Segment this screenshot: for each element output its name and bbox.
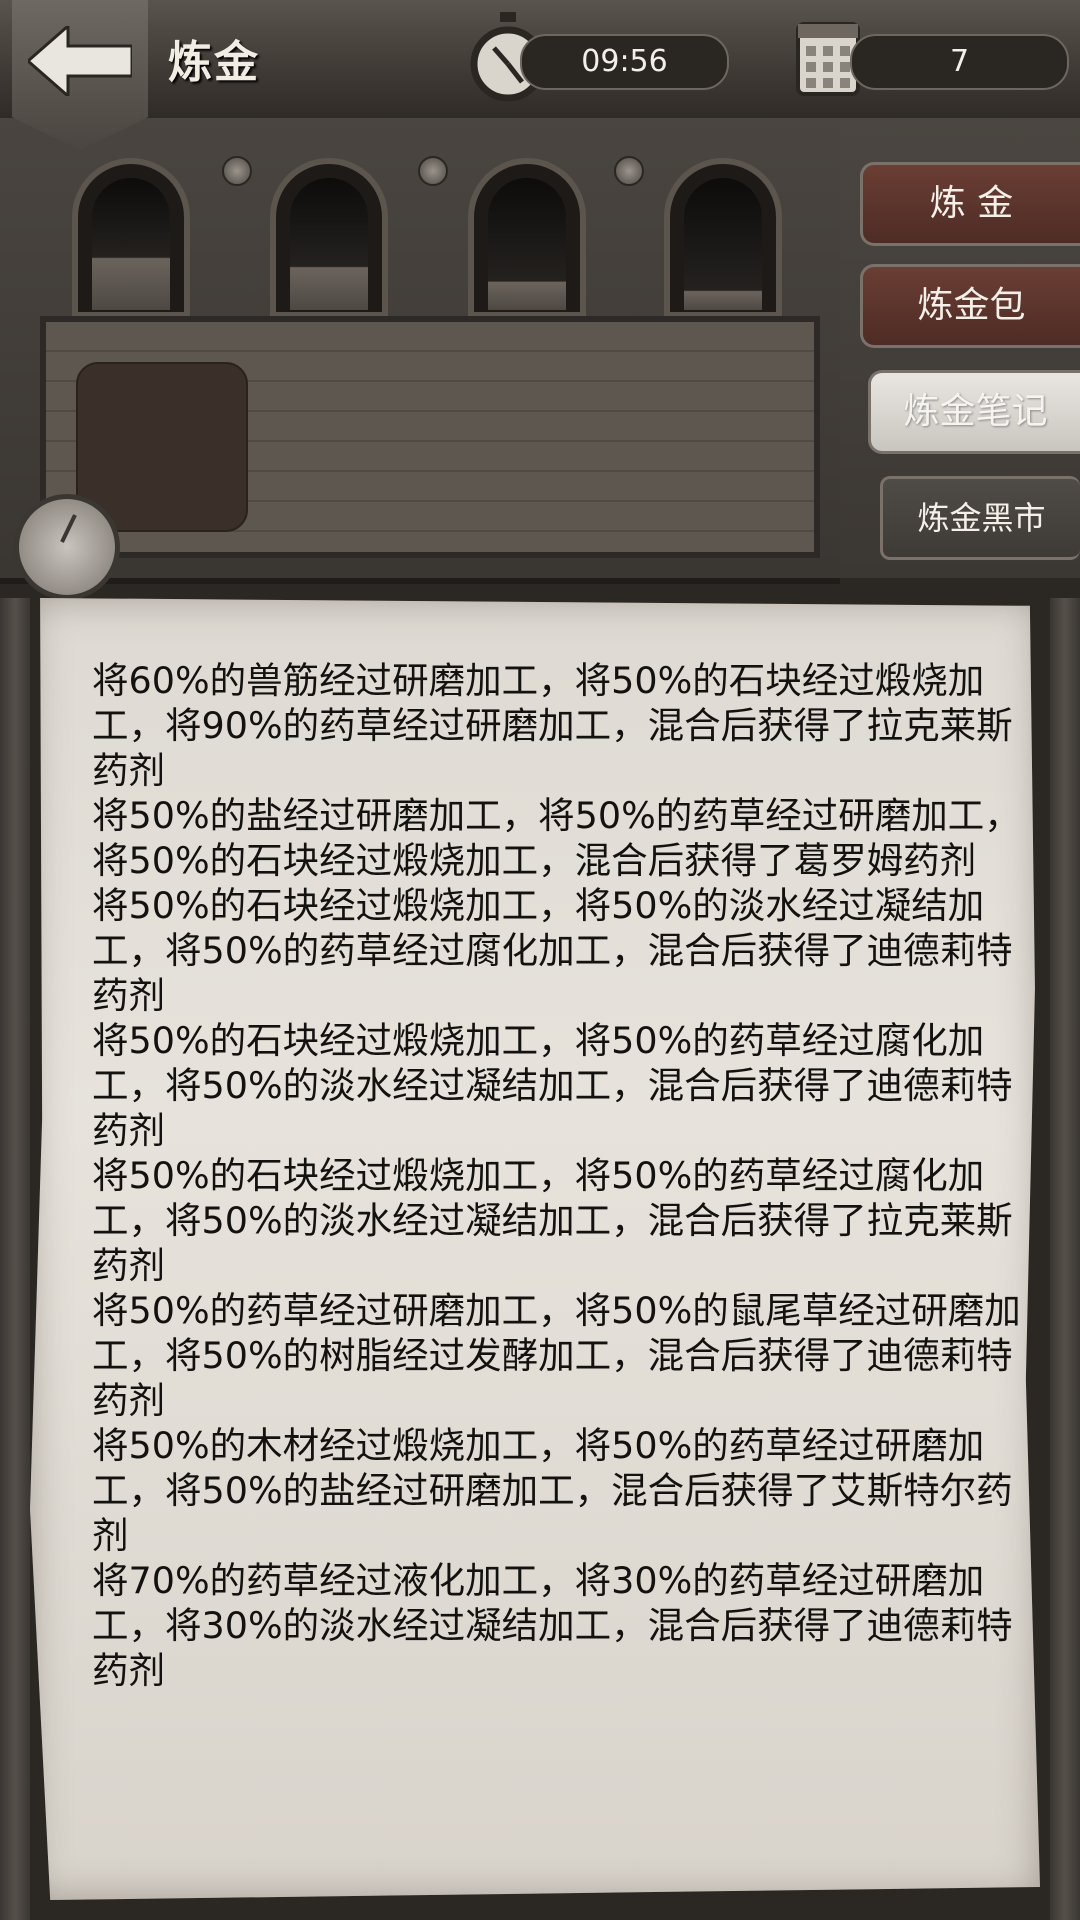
note-entry: 将50%的石块经过煅烧加工，将50%的淡水经过凝结加工，将50%的药草经过腐化加… bbox=[92, 884, 1013, 1017]
note-entry: 将50%的木材经过煅烧加工，将50%的药草经过研磨加工，将50%的盐经过研磨加工… bbox=[92, 1424, 1013, 1557]
flask-1 bbox=[92, 178, 170, 310]
day-counter: 7 bbox=[850, 34, 1069, 90]
screw bbox=[222, 156, 252, 186]
top-bar: 炼金 09:56 7 bbox=[0, 0, 1080, 150]
flask-slot-4[interactable] bbox=[664, 158, 782, 318]
page-title: 炼金 bbox=[168, 37, 260, 88]
flask-3 bbox=[488, 178, 566, 310]
ingredient-board bbox=[40, 316, 820, 558]
note-entry: 将50%的盐经过研磨加工，将50%的药草经过研磨加工，将50%的石块经过煅烧加工… bbox=[92, 794, 1021, 882]
screw bbox=[614, 156, 644, 186]
tab-alchemy-notes[interactable]: 炼金笔记 bbox=[868, 370, 1080, 454]
arrow-left-icon bbox=[28, 26, 132, 96]
note-entry: 将50%的药草经过研磨加工，将50%的鼠尾草经过研磨加工，将50%的树脂经过发酵… bbox=[92, 1289, 1021, 1422]
notes-parchment: 将60%的兽筋经过研磨加工，将50%的石块经过煅烧加工，将90%的药草经过研磨加… bbox=[30, 598, 1040, 1900]
frame-right bbox=[1050, 598, 1080, 1920]
screw bbox=[418, 156, 448, 186]
tab-alchemy[interactable]: 炼 金 bbox=[860, 162, 1080, 246]
clock-display: 09:56 bbox=[520, 34, 729, 90]
tab-alchemy-bag[interactable]: 炼金包 bbox=[860, 264, 1080, 348]
note-entry: 将70%的药草经过液化加工，将30%的药草经过研磨加工，将30%的淡水经过凝结加… bbox=[92, 1559, 1013, 1692]
side-tabs: 炼 金 炼金包 炼金笔记 炼金黑市 bbox=[840, 118, 1080, 578]
flask-slot-3[interactable] bbox=[468, 158, 586, 318]
alchemy-cabinet bbox=[0, 118, 840, 584]
tab-alchemy-black-market[interactable]: 炼金黑市 bbox=[880, 476, 1080, 560]
frame-left bbox=[0, 598, 30, 1920]
note-entry: 将50%的石块经过煅烧加工，将50%的药草经过腐化加工，将50%的淡水经过凝结加… bbox=[92, 1019, 1013, 1152]
flask-slot-1[interactable] bbox=[72, 158, 190, 318]
flask-slot-2[interactable] bbox=[270, 158, 388, 318]
flask-2 bbox=[290, 178, 368, 310]
note-entry: 将50%的石块经过煅烧加工，将50%的药草经过腐化加工，将50%的淡水经过凝结加… bbox=[92, 1154, 1013, 1287]
gauge-icon bbox=[14, 494, 120, 600]
notes-list[interactable]: 将60%的兽筋经过研磨加工，将50%的石块经过煅烧加工，将90%的药草经过研磨加… bbox=[92, 658, 1022, 1704]
flask-4 bbox=[684, 178, 762, 310]
note-entry: 将60%的兽筋经过研磨加工，将50%的石块经过煅烧加工，将90%的药草经过研磨加… bbox=[92, 659, 1013, 792]
